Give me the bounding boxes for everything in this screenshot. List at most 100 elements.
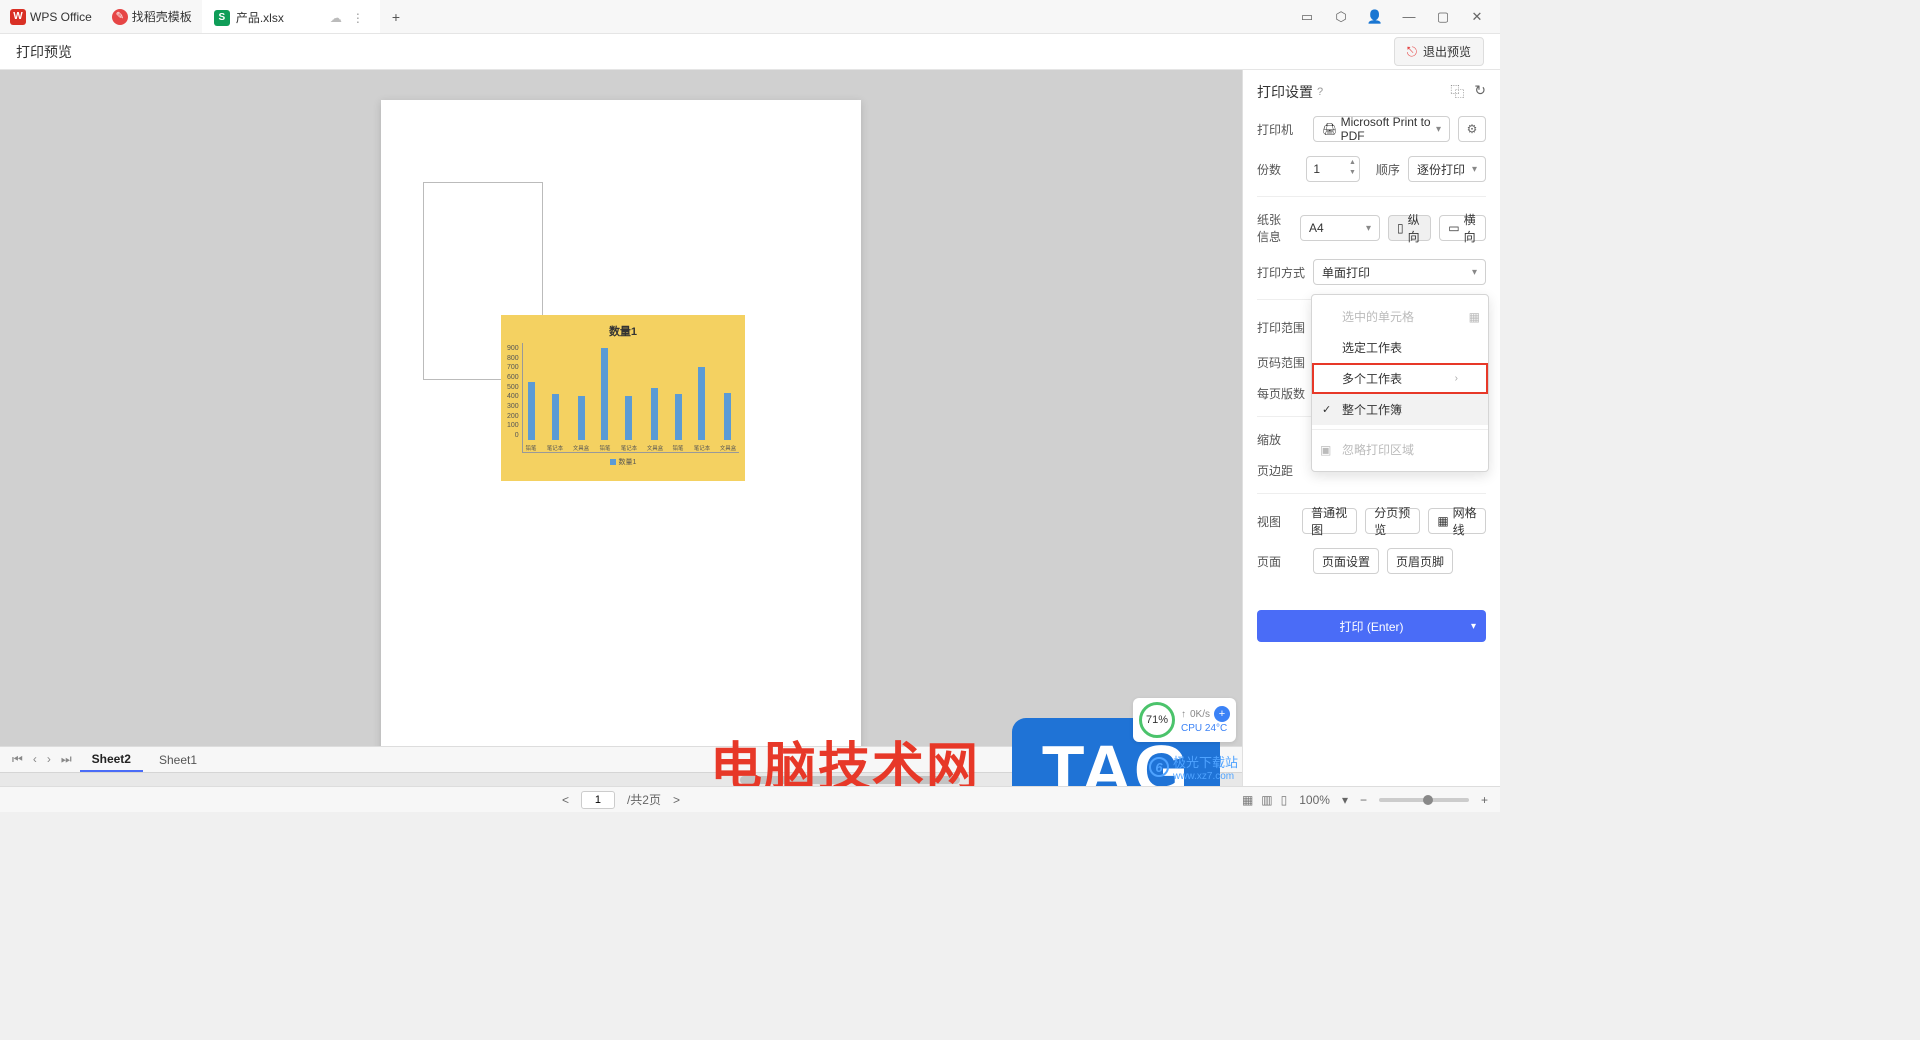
app-name: WPS Office <box>30 10 92 24</box>
avatar-icon[interactable]: 👤 <box>1360 3 1390 31</box>
exit-icon: ⎋ <box>1407 44 1417 60</box>
sheet-nav-next[interactable]: › <box>43 750 55 769</box>
tab-add-button[interactable]: + <box>380 9 412 25</box>
spreadsheet-icon: S <box>214 10 230 26</box>
wps-icon: W <box>10 9 26 25</box>
landscape-icon: ▭ <box>1448 221 1459 235</box>
window-minimize-button[interactable]: — <box>1394 3 1424 31</box>
panel-settings-icon[interactable]: ⿻ <box>1450 82 1464 102</box>
view-mode-1-icon[interactable]: ▦ <box>1242 793 1253 807</box>
window-controls: ▭ ⬡ 👤 — ▢ ✕ <box>1292 3 1500 31</box>
crop-icon: ▣ <box>1320 443 1331 457</box>
chart-legend: 数量1 <box>501 453 745 471</box>
tab-docer[interactable]: ✎ 找稻壳模板 <box>102 0 202 33</box>
sheet-nav: ⏮ ‹ › ⏭ <box>8 750 76 769</box>
sheet-nav-first[interactable]: ⏮ <box>8 750 27 769</box>
chevron-right-icon: › <box>1455 373 1458 384</box>
print-page: 数量1 9008007006005004003002001000 铅笔笔记本文具… <box>381 100 861 746</box>
zoom-in-button[interactable]: + <box>1481 793 1488 807</box>
page-setup-button[interactable]: 页面设置 <box>1313 548 1379 574</box>
jiguang-icon: 6 <box>1149 757 1169 777</box>
page-number-input[interactable] <box>581 791 615 809</box>
cube-icon[interactable]: ⬡ <box>1326 3 1356 31</box>
printer-icon: 🖨 <box>1322 122 1337 136</box>
dropdown-option-whole-workbook[interactable]: ✓整个工作簿 <box>1312 394 1488 425</box>
dropdown-option-multi-sheets[interactable]: 多个工作表› <box>1312 363 1488 394</box>
bar: 笔记本 <box>620 396 638 452</box>
plus-icon[interactable]: + <box>1214 706 1230 722</box>
zoom-thumb[interactable] <box>1423 795 1433 805</box>
bar: 笔记本 <box>546 394 564 452</box>
copies-row: 份数 1 ▲▼ 顺序 逐份打印▾ <box>1257 156 1486 182</box>
print-method-select[interactable]: 单面打印▾ <box>1313 259 1486 285</box>
printer-row: 打印机 🖨 Microsoft Print to PDF▾ ⚙ <box>1257 116 1486 142</box>
monitor-ring: 71% <box>1139 702 1175 738</box>
zoom-slider[interactable] <box>1379 798 1469 802</box>
print-method-row: 打印方式 单面打印▾ <box>1257 259 1486 285</box>
bar: 文具盒 <box>719 393 737 452</box>
print-range-dropdown: 选中的单元格 ▦ 选定工作表 多个工作表› ✓整个工作簿 ▣忽略打印区域 <box>1311 294 1489 472</box>
exit-preview-button[interactable]: ⎋ 退出预览 <box>1394 37 1484 66</box>
check-icon: ✓ <box>1322 403 1331 416</box>
file-name: 产品.xlsx <box>236 9 284 26</box>
exit-label: 退出预览 <box>1423 43 1471 60</box>
watermark-text: 电脑技术网 <box>710 725 980 786</box>
window-maximize-button[interactable]: ▢ <box>1428 3 1458 31</box>
y-axis: 9008007006005004003002001000 <box>507 343 522 453</box>
sheet-tab-sheet1[interactable]: Sheet1 <box>147 749 209 771</box>
zoom-dropdown-icon[interactable]: ▾ <box>1342 793 1348 807</box>
help-icon[interactable]: ? <box>1317 86 1323 98</box>
window-close-button[interactable]: ✕ <box>1462 3 1492 31</box>
chart: 数量1 9008007006005004003002001000 铅笔笔记本文具… <box>501 315 745 481</box>
tab-close-icon[interactable]: ⋮ <box>348 11 368 25</box>
view-normal-button[interactable]: 普通视图 <box>1302 508 1357 534</box>
page-next-button[interactable]: > <box>673 793 680 807</box>
spin-up-icon[interactable]: ▲ <box>1349 159 1356 166</box>
docer-label: 找稻壳模板 <box>132 8 192 25</box>
bar: 文具盒 <box>572 396 590 452</box>
header-footer-button[interactable]: 页眉页脚 <box>1387 548 1453 574</box>
portrait-icon: ▯ <box>1397 221 1404 235</box>
view-grid-button[interactable]: ▦网格线 <box>1428 508 1486 534</box>
legend-swatch <box>610 459 616 465</box>
preview-scroll[interactable]: 数量1 9008007006005004003002001000 铅笔笔记本文具… <box>0 70 1242 746</box>
print-settings-panel: 打印设置 ? ⿻ ↻ 打印机 🖨 Microsoft Print to PDF▾… <box>1242 70 1500 786</box>
spin-down-icon[interactable]: ▼ <box>1349 169 1356 176</box>
view-row: 视图 普通视图 分页预览 ▦网格线 <box>1257 508 1486 534</box>
page-prev-button[interactable]: < <box>562 793 569 807</box>
panel-title-row: 打印设置 ? ⿻ ↻ <box>1257 82 1486 102</box>
order-select[interactable]: 逐份打印▾ <box>1408 156 1486 182</box>
statusbar: < /共2页 > ▦ ▥ ▯ 100% ▾ − + <box>0 786 1500 812</box>
preview-header: 打印预览 ⎋ 退出预览 <box>0 34 1500 70</box>
dropdown-option-selected-sheet[interactable]: 选定工作表 <box>1312 332 1488 363</box>
sheet-nav-prev[interactable]: ‹ <box>29 750 41 769</box>
layout-icon[interactable]: ▭ <box>1292 3 1322 31</box>
sheet-tab-sheet2[interactable]: Sheet2 <box>80 748 143 772</box>
jiguang-badge: 6 极光下载站www.xz7.com <box>1149 752 1238 782</box>
panel-refresh-icon[interactable]: ↻ <box>1474 82 1486 102</box>
sheet-nav-last[interactable]: ⏭ <box>57 750 76 769</box>
chevron-down-icon: ▾ <box>1471 621 1476 632</box>
view-page-button[interactable]: 分页预览 <box>1365 508 1420 534</box>
dropdown-option-selected-cells: 选中的单元格 ▦ <box>1312 301 1488 332</box>
copies-input[interactable]: 1 ▲▼ <box>1306 156 1360 182</box>
orientation-portrait-button[interactable]: ▯纵向 <box>1388 215 1431 241</box>
grid-icon: ▦ <box>1437 514 1448 528</box>
print-button[interactable]: 打印 (Enter)▾ <box>1257 610 1486 642</box>
view-mode-2-icon[interactable]: ▥ <box>1261 793 1272 807</box>
printer-select[interactable]: 🖨 Microsoft Print to PDF▾ <box>1313 116 1450 142</box>
bar: 笔记本 <box>693 367 711 452</box>
bar: 铅笔 <box>525 382 538 452</box>
tab-file-product[interactable]: S 产品.xlsx ☁ ⋮ <box>202 0 380 33</box>
view-mode-3-icon[interactable]: ▯ <box>1281 793 1288 807</box>
paper-row: 纸张信息 A4▾ ▯纵向 ▭横向 <box>1257 211 1486 245</box>
printer-settings-button[interactable]: ⚙ <box>1458 116 1486 142</box>
system-monitor: 71% ↑0K/s+ CPU 24°C <box>1133 698 1236 742</box>
tab-wps-office[interactable]: W WPS Office <box>0 0 102 33</box>
zoom-out-button[interactable]: − <box>1360 793 1367 807</box>
bar: 文具盒 <box>646 388 664 452</box>
paper-select[interactable]: A4▾ <box>1300 215 1380 241</box>
docer-icon: ✎ <box>112 9 128 25</box>
tab-chat-icon[interactable]: ☁ <box>330 11 342 25</box>
orientation-landscape-button[interactable]: ▭横向 <box>1439 215 1486 241</box>
